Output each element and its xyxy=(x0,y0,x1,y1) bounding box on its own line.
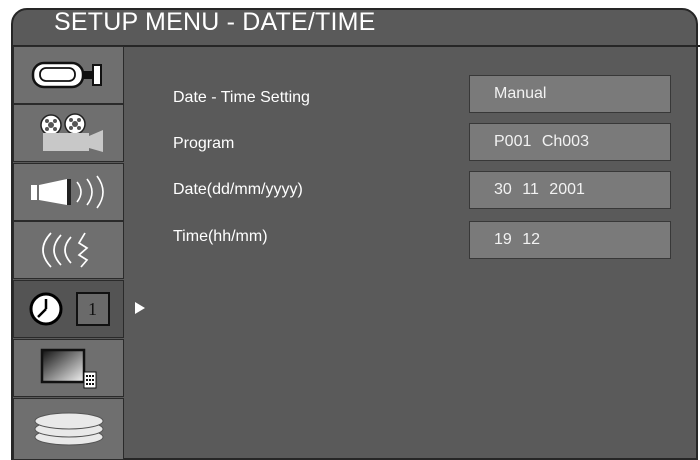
page-title: SETUP MENU - DATE/TIME xyxy=(54,8,376,36)
sidebar-item-sound[interactable] xyxy=(13,221,124,279)
setting-label-date: Date(dd/mm/yyyy) xyxy=(173,181,303,198)
sidebar-item-disc[interactable] xyxy=(13,398,124,460)
tv-monitor-icon xyxy=(38,346,100,390)
disc-stack-icon xyxy=(29,409,109,449)
sidebar-item-projector[interactable] xyxy=(13,104,124,162)
clock-icon xyxy=(28,291,64,327)
selection-arrow-icon xyxy=(135,302,145,314)
speaker-sound-icon xyxy=(27,174,111,210)
calendar-badge: 1 xyxy=(75,292,110,326)
sidebar-item-display[interactable] xyxy=(13,339,124,397)
setting-label-datetime-mode: Date - Time Setting xyxy=(173,89,310,106)
sidebar-item-audio[interactable] xyxy=(13,163,124,221)
program-field[interactable]: P001 Ch003 xyxy=(469,123,671,161)
time-field[interactable]: 19 12 xyxy=(469,221,671,259)
setting-label-time: Time(hh/mm) xyxy=(173,228,268,245)
sidebar-item-camera[interactable] xyxy=(13,46,124,104)
audio-waves-icon xyxy=(29,229,109,271)
setting-label-program: Program xyxy=(173,135,235,152)
date-field[interactable]: 30 11 2001 xyxy=(469,171,671,209)
sidebar: 1 xyxy=(13,46,126,460)
datetime-mode-field[interactable]: Manual xyxy=(469,75,671,113)
video-camera-icon xyxy=(29,57,109,93)
sidebar-item-datetime[interactable]: 1 xyxy=(13,280,124,338)
film-projector-icon xyxy=(29,112,109,154)
